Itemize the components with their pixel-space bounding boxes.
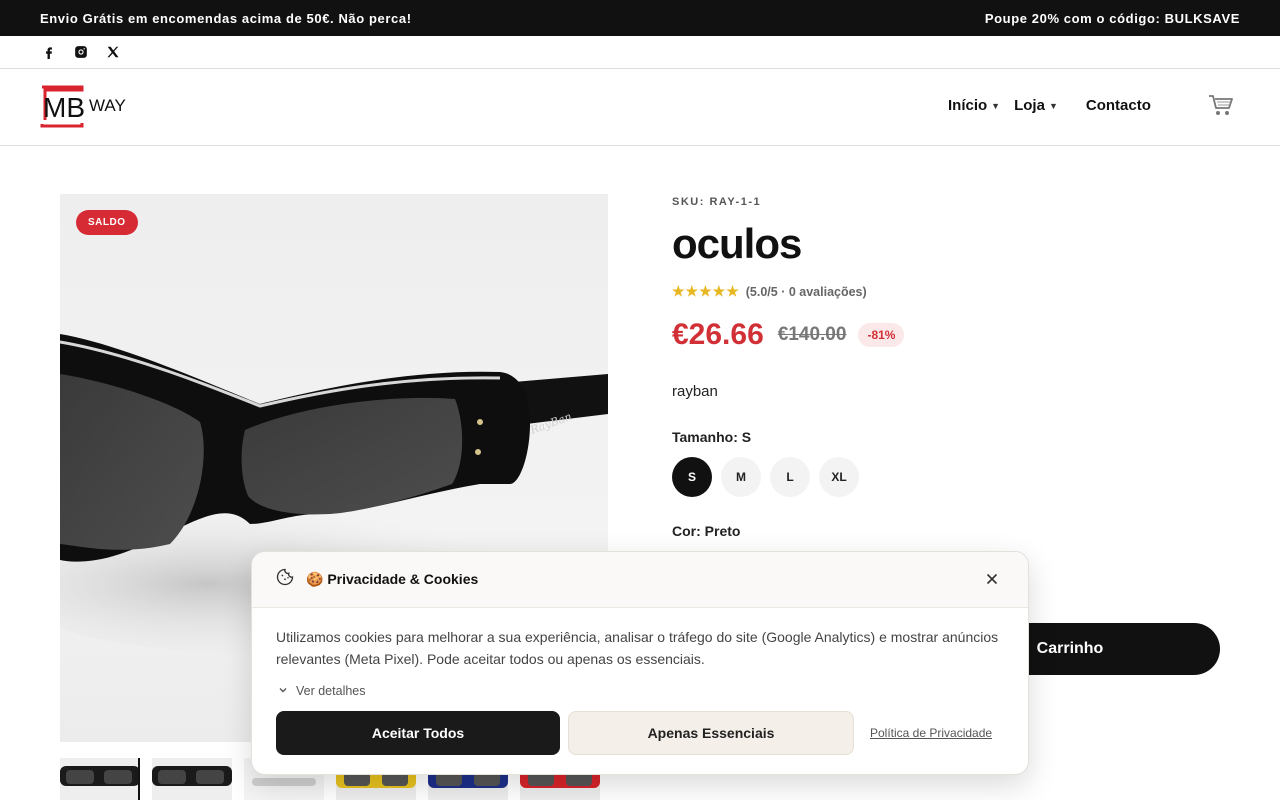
cookie-title: 🍪 Privacidade & Cookies <box>306 571 479 587</box>
size-selector: S M L XL <box>672 457 859 497</box>
facebook-icon[interactable] <box>42 45 56 59</box>
discount-badge: -81% <box>858 323 905 347</box>
size-label: Tamanho: S <box>672 429 752 445</box>
announcement-bar: Envio Grátis em encomendas acima de 50€.… <box>0 0 1280 36</box>
chevron-down-icon: ▼ <box>991 100 1001 111</box>
logo-way: WAY <box>89 96 126 115</box>
add-to-cart-label: Carrinho <box>1036 640 1104 657</box>
cookie-details-toggle[interactable]: Ver detalhes <box>276 680 1004 702</box>
cookie-details-label: Ver detalhes <box>296 684 366 698</box>
mbway-logo[interactable]: MB WAY <box>40 83 150 129</box>
thumbnail-black-1[interactable] <box>60 758 140 800</box>
cookie-body: Utilizamos cookies para melhorar a sua e… <box>252 608 1028 702</box>
nav-label: Início <box>948 97 988 114</box>
star-rating-icon: ★★★★★ <box>672 283 740 299</box>
size-option-xl[interactable]: XL <box>819 457 859 497</box>
nav-item-contacto[interactable]: Contacto <box>1086 97 1151 114</box>
product-sku: SKU: RAY-1-1 <box>672 196 762 208</box>
cart-icon[interactable] <box>1208 93 1234 117</box>
size-option-l[interactable]: L <box>770 457 810 497</box>
privacy-policy-link[interactable]: Política de Privacidade <box>870 726 992 740</box>
announcement-shipping: Envio Grátis em encomendas acima de 50€.… <box>40 10 412 26</box>
instagram-icon[interactable] <box>74 45 88 59</box>
size-option-s[interactable]: S <box>672 457 712 497</box>
social-bar <box>0 36 1280 69</box>
sale-badge: SALDO <box>76 210 138 235</box>
cookie-consent-dialog: 🍪 Privacidade & Cookies Utilizamos cooki… <box>251 551 1029 775</box>
essential-only-button[interactable]: Apenas Essenciais <box>568 711 854 755</box>
nav-item-loja[interactable]: Loja ▼ <box>1014 97 1058 114</box>
size-option-m[interactable]: M <box>721 457 761 497</box>
cookie-actions: Aceitar Todos Apenas Essenciais Política… <box>276 711 992 755</box>
nav-label: Contacto <box>1085 97 1151 114</box>
product-rating[interactable]: ★★★★★ (5.0/5 · 0 avaliações) <box>672 283 867 300</box>
site-header: MB WAY Início ▼ Loja ▼ Contacto <box>0 69 1280 146</box>
chevron-down-icon: ▼ <box>1048 100 1058 111</box>
rating-text: (5.0/5 · 0 avaliações) <box>745 284 867 299</box>
cookie-icon <box>276 568 294 591</box>
nav-label: Loja <box>1014 97 1045 114</box>
accept-all-button[interactable]: Aceitar Todos <box>276 711 560 755</box>
price-current: €26.66 <box>672 318 764 351</box>
product-brand: rayban <box>672 383 718 400</box>
cookie-description: Utilizamos cookies para melhorar a sua e… <box>276 629 999 667</box>
color-label: Cor: Preto <box>672 523 741 539</box>
thumbnail-black-2[interactable] <box>152 758 232 800</box>
price-row: €26.66 €140.00 -81% <box>672 318 905 352</box>
x-icon[interactable] <box>106 45 120 59</box>
product-title: oculos <box>672 220 802 267</box>
announcement-promo: Poupe 20% com o código: BULKSAVE <box>984 10 1240 26</box>
close-icon[interactable] <box>984 571 1000 587</box>
main-nav: Início ▼ Loja ▼ Contacto <box>948 97 1165 114</box>
logo-mb: MB <box>43 92 85 123</box>
cookie-header: 🍪 Privacidade & Cookies <box>252 552 1028 608</box>
nav-item-inicio[interactable]: Início ▼ <box>948 97 1000 114</box>
price-original: €140.00 <box>777 324 847 345</box>
chevron-down-icon <box>278 680 288 702</box>
